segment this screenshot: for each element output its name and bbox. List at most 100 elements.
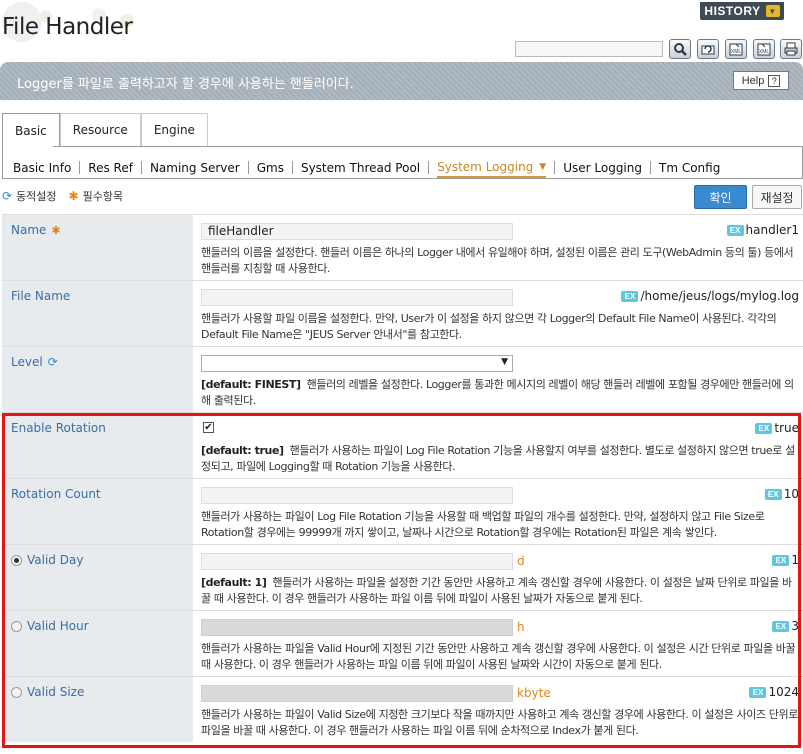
example-badge: EX [726,224,744,236]
help-button[interactable]: Help ? [733,71,789,90]
import-xml-button[interactable]: XML [753,39,775,59]
enable-rotation-checkbox[interactable]: ✔ [203,422,214,433]
settings-form: Name ✱ fileHandler EX handler1 핸들러의 이름을 … [2,214,803,742]
page-title: File Handler [2,14,133,40]
field-description: 핸들러의 이름을 설정한다. 핸들러 이름은 하나의 Logger 내에서 유일… [201,246,794,275]
example-value: EX 1 [772,553,799,567]
field-description: 핸들러가 사용할 파일 이름을 설정한다. 만약, User가 이 설정을 하지… [201,312,777,341]
example-badge: EX [764,488,782,500]
divider [650,161,651,174]
row-label: Valid Day [11,553,83,567]
example-text: handler1 [745,223,799,237]
file-name-input[interactable] [201,289,513,306]
row-label: Rotation Count [11,487,101,501]
subtab-user-logging[interactable]: User Logging [563,161,642,175]
history-button[interactable]: HISTORY ▼ [700,2,784,20]
field-description: 핸들러가 사용하는 파일을 Valid Hour에 지정된 기간 동안만 사용하… [201,642,796,671]
valid-day-radio[interactable] [11,554,22,566]
row-label: Level ⟳ [11,355,58,369]
field-description: [default: 1] 핸들러가 사용하는 파일을 설정한 기간 동안만 사용하… [201,575,799,607]
divider [140,161,142,174]
form-row-rotation-count: Rotation Count EX 10 핸들러가 사용하는 파일이 Log F… [2,478,803,544]
unit-label: h [517,620,525,634]
subtab-system-logging[interactable]: System Logging ▼ [437,160,547,178]
description-text: 핸들러가 사용하는 파일이 Log File Rotation 기능을 사용할지… [201,444,795,473]
history-label: HISTORY [704,4,761,18]
example-value: EX 3 [772,619,799,633]
rotation-count-input[interactable] [201,487,513,504]
field-description: [default: true] 핸들러가 사용하는 파일이 Log File Ro… [201,443,799,475]
valid-day-input[interactable] [201,553,513,570]
sub-tabs: Basic Info Res Ref Naming Server Gms Sys… [13,157,720,178]
default-value: [default: 1] [201,576,267,589]
example-text: 10 [783,487,799,501]
name-label: Name [11,223,47,237]
field-description: 핸들러가 사용하는 파일이 Log File Rotation 기능을 사용할 … [201,510,765,539]
print-button[interactable] [780,39,802,59]
dynamic-setting-icon: ⟳ [2,189,13,203]
level-label: Level [11,355,43,369]
default-value: [default: true] [201,444,284,457]
level-select[interactable]: ▼ [201,355,513,372]
valid-size-label: Valid Size [27,685,85,699]
search-icon [674,43,687,56]
example-badge: EX [772,554,790,566]
row-label: Valid Hour [11,619,89,633]
confirm-button[interactable]: 확인 [694,185,747,209]
subtab-gms[interactable]: Gms [257,161,284,175]
subtab-system-thread-pool[interactable]: System Thread Pool [301,161,420,175]
example-value: EX /home/jeus/logs/mylog.log [621,289,799,303]
valid-size-input[interactable] [201,685,513,702]
print-icon [784,42,798,56]
description-text: 핸들러가 사용하는 파일을 설정한 기간 동안만 사용하고 계속 갱신할 경우에… [201,576,792,605]
example-badge: EX [772,620,790,632]
required-icon: ✱ [51,223,61,237]
description-banner: Logger를 파일로 출력하고자 할 경우에 사용하는 핸들러이다. Help… [0,62,803,100]
example-value: EX true [755,421,799,435]
example-text: 1024 [768,685,799,699]
name-input[interactable]: fileHandler [201,223,513,240]
valid-size-radio[interactable] [11,686,22,698]
dynamic-setting-icon: ⟳ [47,355,58,369]
dropdown-arrow-icon: ▼ [501,357,508,367]
active-tab-connector [3,146,53,148]
export-xml-button[interactable]: XML [725,39,747,59]
subtab-naming-server[interactable]: Naming Server [150,161,240,175]
refresh-button[interactable] [697,39,719,59]
form-row-name: Name ✱ fileHandler EX handler1 핸들러의 이름을 … [2,214,803,280]
valid-hour-radio[interactable] [11,620,22,632]
tab-resource[interactable]: Resource [59,113,141,146]
tab-basic[interactable]: Basic [2,113,60,147]
divider [428,161,430,174]
form-row-file-name: File Name EX /home/jeus/logs/mylog.log 핸… [2,280,803,346]
example-text: /home/jeus/logs/mylog.log [640,289,799,303]
search-input[interactable] [515,41,663,57]
divider [554,161,556,174]
subtab-tm-config[interactable]: Tm Config [659,161,720,175]
example-badge: EX [621,290,639,302]
reset-button[interactable]: 재설정 [752,185,802,209]
valid-hour-input[interactable] [201,619,513,636]
required-label: 필수항목 [82,190,124,203]
subtab-system-logging-label: System Logging [437,160,534,174]
form-row-valid-hour: Valid Hour h EX 3 핸들러가 사용하는 파일을 Valid Ho… [2,610,803,676]
example-text: true [774,421,799,435]
subtab-res-ref[interactable]: Res Ref [88,161,133,175]
help-label: Help [741,74,765,87]
example-badge: EX [755,422,773,434]
banner-text: Logger를 파일로 출력하고자 할 경우에 사용하는 핸들러이다. [17,77,354,92]
valid-day-label: Valid Day [27,553,84,567]
svg-text:XML: XML [731,49,742,55]
row-label: File Name [11,289,70,303]
search-button[interactable] [669,39,691,59]
rotation-count-label: Rotation Count [11,487,101,501]
chevron-down-icon: ▼ [765,5,780,17]
file-name-label: File Name [11,289,71,303]
tab-engine[interactable]: Engine [140,113,208,146]
form-row-enable-rotation: Enable Rotation ✔ EX true [default: true… [2,412,803,478]
row-label: Name ✱ [11,223,61,237]
subtab-basic-info[interactable]: Basic Info [13,161,71,175]
divider [79,161,81,174]
default-value: [default: FINEST] [201,378,301,391]
example-badge: EX [749,686,767,698]
